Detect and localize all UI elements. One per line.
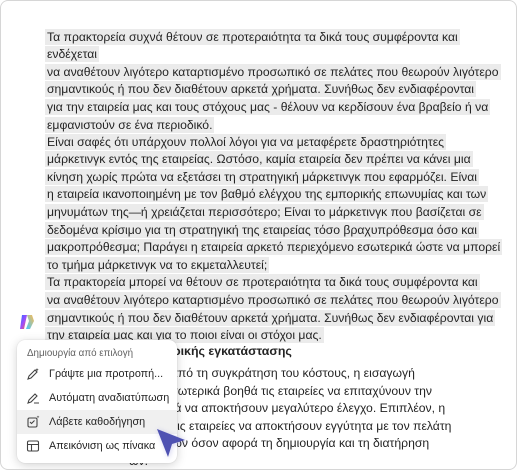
menu-item-label: Λάβετε καθοδήγηση (49, 416, 146, 428)
table-icon (25, 438, 41, 454)
selected-text: Είναι σαφές ότι υπάρχουν πολλοί λόγοι γι… (45, 133, 503, 344)
rewrite-icon (25, 390, 41, 406)
menu-item-label: Γράψτε μια προτροπή... (49, 368, 164, 380)
pointer-cursor-icon (153, 425, 193, 465)
menu-item-write-prompt[interactable]: Γράψτε μια προτροπή... (17, 362, 177, 386)
guidance-icon (25, 414, 41, 430)
menu-header: Δημιουργία από επιλογή (27, 348, 134, 359)
menu-item-label: Απεικόνιση ως πίνακα (49, 440, 156, 452)
copilot-button[interactable] (15, 310, 39, 334)
document-window: Τα πρακτορεία συχνά θέτουν σε προτεραιότ… (0, 0, 517, 470)
paragraph-2[interactable]: Είναι σαφές ότι υπάρχουν πολλοί λόγοι γι… (45, 116, 511, 345)
copilot-icon (20, 315, 34, 329)
menu-item-auto-rewrite[interactable]: Αυτόματη αναδιατύπωση (17, 386, 177, 410)
menu-item-label: Αυτόματη αναδιατύπωση (49, 392, 170, 404)
pen-sparkle-icon (25, 366, 41, 382)
section-heading: ή εξωτερικής εγκατάστασης (129, 344, 292, 358)
